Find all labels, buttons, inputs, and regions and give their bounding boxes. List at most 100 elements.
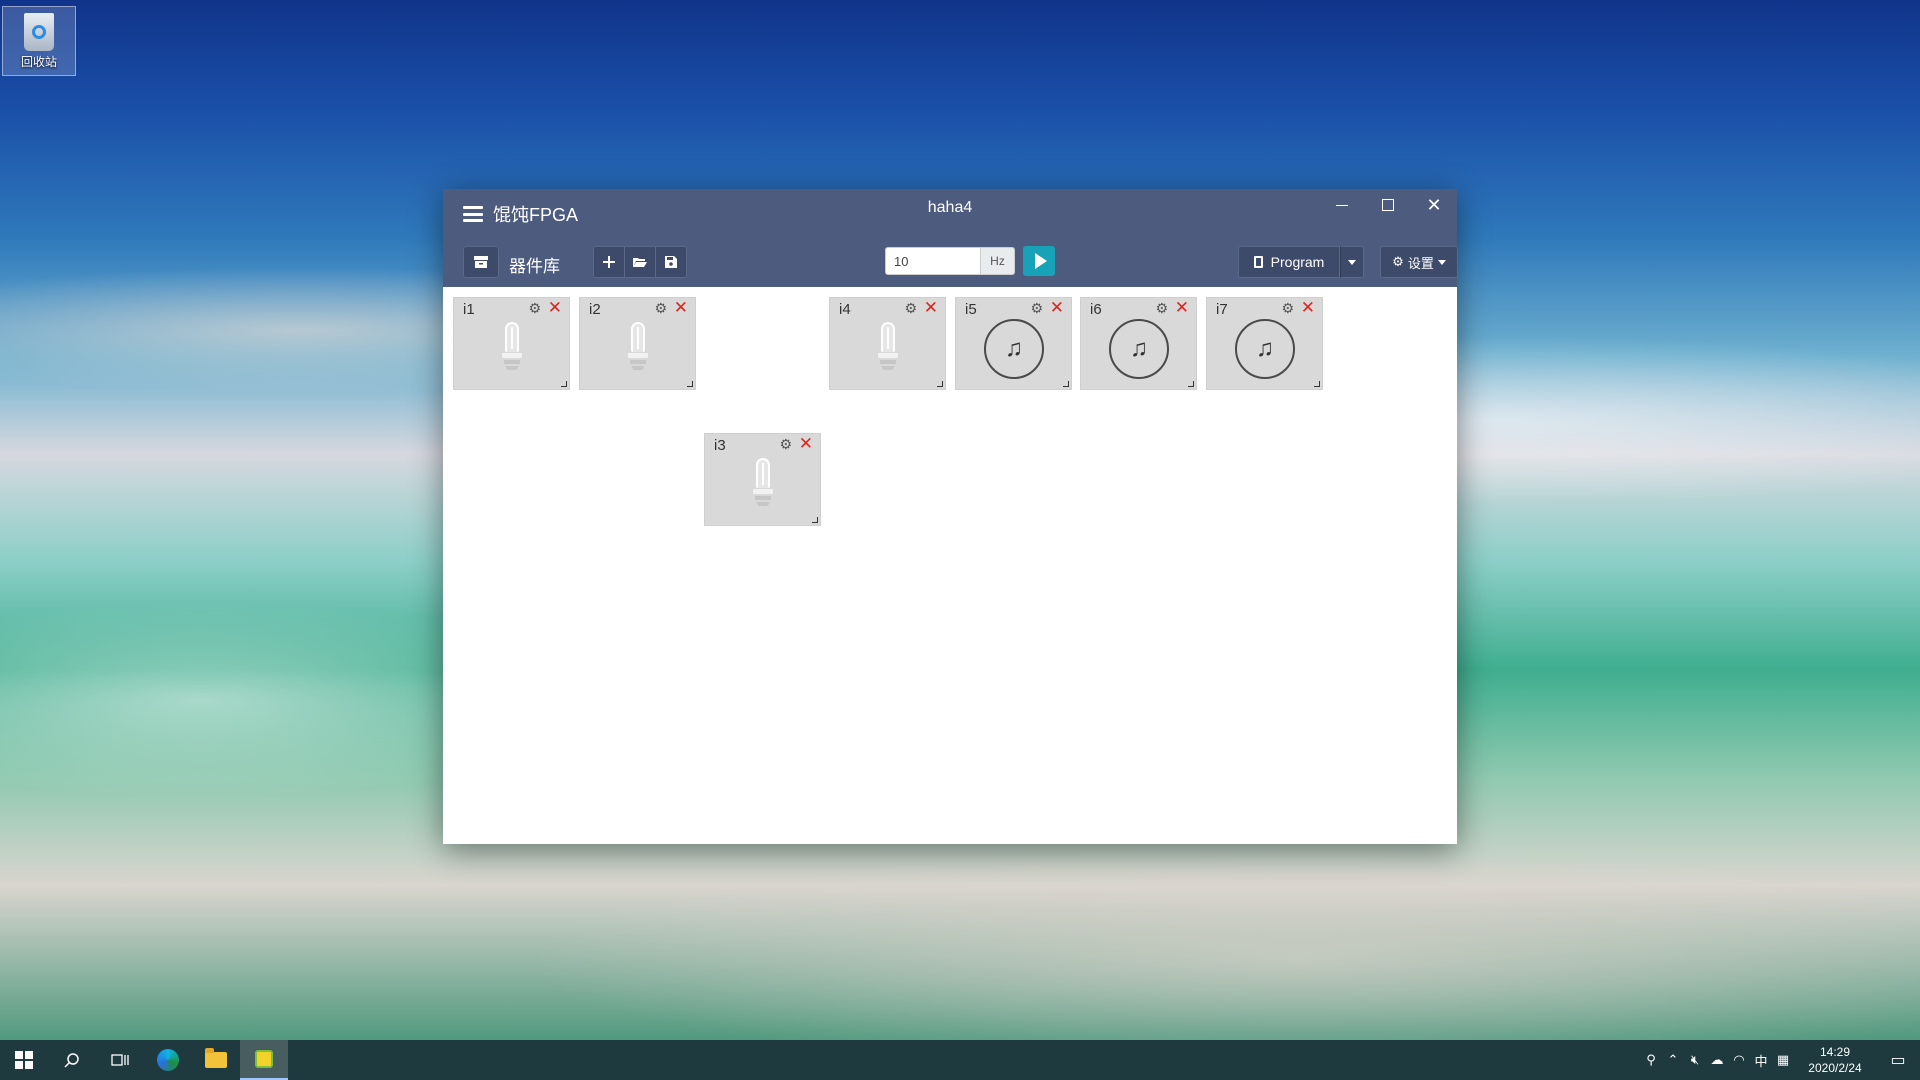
recycle-bin-icon[interactable]: 回收站 <box>2 6 76 76</box>
folder-icon <box>205 1048 227 1068</box>
taskbar-edge[interactable] <box>144 1040 192 1080</box>
save-file-button[interactable] <box>655 246 687 278</box>
library-button[interactable] <box>463 246 499 278</box>
plus-icon <box>603 256 615 268</box>
program-button[interactable]: Program <box>1238 246 1340 278</box>
close-icon: ✕ <box>1426 194 1442 215</box>
close-icon[interactable]: ✕ <box>548 298 562 318</box>
program-dropdown-button[interactable] <box>1340 246 1364 278</box>
resize-handle[interactable] <box>561 381 567 387</box>
resize-handle[interactable] <box>937 381 943 387</box>
gear-icon[interactable]: ⚙ <box>528 300 541 317</box>
volume-muted-icon[interactable]: 🔇︎ <box>1684 1052 1706 1068</box>
frequency-unit: Hz <box>981 247 1015 275</box>
folder-open-icon <box>633 258 647 267</box>
device-label: i1 <box>463 301 475 318</box>
close-icon[interactable]: ✕ <box>674 298 688 318</box>
taskbar: ⚲ ⌃ 🔇︎ ☁ ◠ 中 ▦ 14:29 2020/2/24 ▭ <box>0 1040 1920 1080</box>
device-card[interactable]: i5 ⚙ ✕ ♫ <box>955 297 1072 390</box>
task-view-button[interactable] <box>96 1040 144 1080</box>
device-label: i6 <box>1090 301 1102 318</box>
chip-icon <box>1253 256 1263 268</box>
resize-handle[interactable] <box>687 381 693 387</box>
ime-indicator[interactable]: 中 <box>1750 1051 1772 1070</box>
frequency-input[interactable] <box>885 247 981 275</box>
recycle-bin-label: 回收站 <box>20 55 57 69</box>
resize-handle[interactable] <box>1188 381 1194 387</box>
device-label: i2 <box>589 301 601 318</box>
device-label: i5 <box>965 301 977 318</box>
device-card[interactable]: i4 ⚙ ✕ <box>829 297 946 390</box>
gear-icon[interactable]: ⚙ <box>779 436 792 453</box>
close-icon[interactable]: ✕ <box>924 298 938 318</box>
start-button[interactable] <box>0 1040 48 1080</box>
library-label: 器件库 <box>509 257 560 276</box>
maximize-button[interactable] <box>1365 189 1411 221</box>
music-note-icon: ♫ <box>984 319 1044 379</box>
trash-icon <box>24 13 54 51</box>
wifi-icon[interactable]: ◠ <box>1728 1052 1750 1068</box>
document-title: haha4 <box>927 199 973 216</box>
people-icon[interactable]: ⚲ <box>1640 1052 1662 1068</box>
resize-handle[interactable] <box>1063 381 1069 387</box>
taskbar-fpga-app[interactable] <box>240 1040 288 1080</box>
chevron-up-icon[interactable]: ⌃ <box>1662 1052 1684 1068</box>
gear-icon[interactable]: ⚙ <box>1155 300 1168 317</box>
settings-button[interactable]: ⚙ 设置 <box>1380 246 1458 278</box>
minimize-button[interactable] <box>1319 189 1365 221</box>
close-icon[interactable]: ✕ <box>1050 298 1064 318</box>
light-bulb-icon <box>877 322 899 374</box>
gear-icon[interactable]: ⚙ <box>904 300 917 317</box>
open-file-button[interactable] <box>624 246 656 278</box>
toolbar: 器件库 Hz Program <box>463 246 1458 278</box>
gear-icon[interactable]: ⚙ <box>1030 300 1043 317</box>
cloud-icon[interactable]: ☁ <box>1706 1052 1728 1068</box>
device-card[interactable]: i2 ⚙ ✕ <box>579 297 696 390</box>
gear-icon[interactable]: ⚙ <box>654 300 667 317</box>
device-canvas[interactable]: i1 ⚙ ✕ i2 ⚙ ✕ i3 ⚙ ✕ i4 ⚙ ✕ i5 ⚙ ✕ ♫ i6 … <box>443 287 1457 844</box>
title-bar: 馄饨FPGA haha4 ✕ 器件库 10 Hz Program ⚙ 设置 <box>443 189 1458 287</box>
light-bulb-icon <box>627 322 649 374</box>
app-window: 馄饨FPGA haha4 ✕ 器件库 10 Hz Program ⚙ 设置 i1… <box>443 189 1458 844</box>
close-icon[interactable]: ✕ <box>1175 298 1189 318</box>
notification-icon[interactable]: ▭ <box>1876 1050 1920 1070</box>
archive-icon <box>474 256 488 268</box>
minimize-icon <box>1336 204 1348 206</box>
close-icon[interactable]: ✕ <box>799 434 813 454</box>
play-icon <box>1034 253 1047 269</box>
close-icon[interactable]: ✕ <box>1301 298 1315 318</box>
system-tray: ⚲ ⌃ 🔇︎ ☁ ◠ 中 ▦ 14:29 2020/2/24 ▭ <box>1640 1040 1920 1080</box>
windows-logo-icon <box>15 1051 33 1069</box>
run-button[interactable] <box>1023 246 1055 276</box>
light-bulb-icon <box>501 322 523 374</box>
fpga-app-icon <box>255 1050 273 1068</box>
device-card[interactable]: i7 ⚙ ✕ ♫ <box>1206 297 1323 390</box>
resize-handle[interactable] <box>1314 381 1320 387</box>
device-label: i4 <box>839 301 851 318</box>
edge-browser-icon <box>157 1049 179 1071</box>
resize-handle[interactable] <box>812 517 818 523</box>
frequency-group: Hz <box>885 246 1055 276</box>
device-card[interactable]: i6 ⚙ ✕ ♫ <box>1080 297 1197 390</box>
settings-label: 设置 <box>1407 255 1434 271</box>
clock[interactable]: 14:29 2020/2/24 <box>1794 1044 1876 1076</box>
new-file-button[interactable] <box>593 246 625 278</box>
save-icon <box>665 256 677 268</box>
music-note-icon: ♫ <box>1235 319 1295 379</box>
maximize-icon <box>1382 199 1394 211</box>
gear-icon: ⚙ <box>1392 254 1404 269</box>
device-label: i3 <box>714 437 726 454</box>
device-card[interactable]: i3 ⚙ ✕ <box>704 433 821 526</box>
taskbar-file-explorer[interactable] <box>192 1040 240 1080</box>
file-button-group <box>593 246 687 278</box>
chevron-down-icon <box>1348 259 1356 265</box>
clock-time: 14:29 <box>1819 1045 1851 1059</box>
close-button[interactable]: ✕ <box>1411 189 1457 221</box>
keyboard-grid-icon[interactable]: ▦ <box>1772 1052 1794 1068</box>
search-button[interactable] <box>48 1040 96 1080</box>
light-bulb-icon <box>752 458 774 510</box>
program-label: Program <box>1270 254 1325 270</box>
program-group: Program <box>1238 246 1364 278</box>
gear-icon[interactable]: ⚙ <box>1281 300 1294 317</box>
device-card[interactable]: i1 ⚙ ✕ <box>453 297 570 390</box>
